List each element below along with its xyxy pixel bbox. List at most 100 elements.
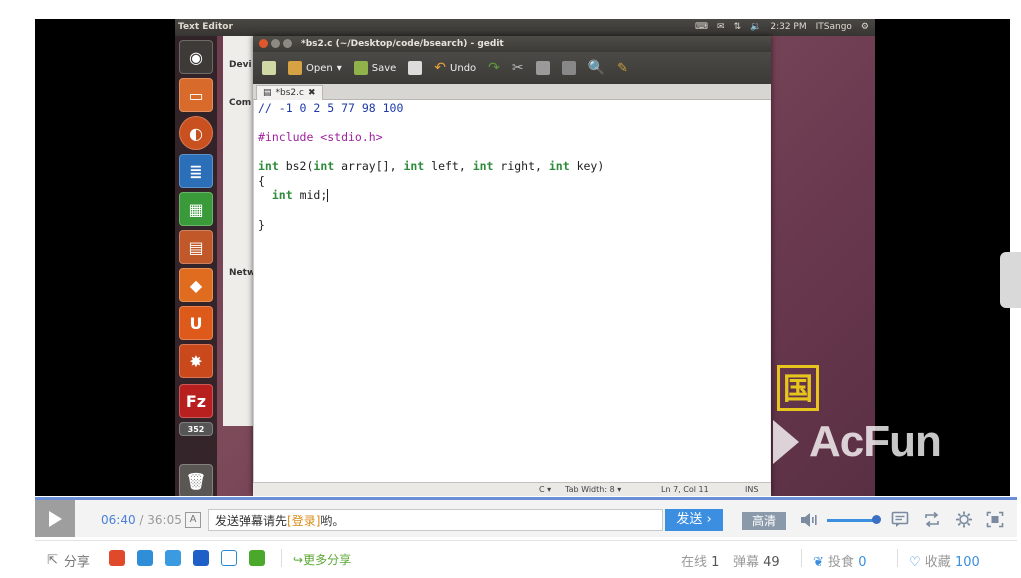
danmu-input[interactable]: 发送弹幕请先[登录]哟。 [208, 509, 663, 531]
gedit-window-title: *bs2.c (~/Desktop/code/bsearch) - gedit [301, 39, 504, 49]
fullscreen-icon[interactable] [986, 511, 1004, 528]
code-param-right: right, [493, 159, 549, 173]
window-minimize-icon[interactable] [271, 39, 280, 48]
favorite-label: 收藏 [924, 555, 951, 570]
code-editor[interactable]: // -1 0 2 5 77 98 100 #include <stdio.h>… [253, 100, 770, 482]
document-icon: ▤ [263, 88, 272, 98]
danmu-list-icon[interactable] [891, 511, 909, 528]
redo-button[interactable]: ↷ [485, 57, 503, 79]
files-icon: ▭ [179, 78, 213, 112]
volume-slider-knob[interactable] [872, 515, 882, 524]
feed-button[interactable]: ❦ 投食 0 [813, 551, 866, 570]
danmu-label: 弹幕 [733, 555, 760, 570]
code-line-1: // -1 0 2 5 77 98 100 [258, 101, 404, 115]
play-button[interactable] [35, 500, 75, 537]
share-button[interactable]: ⇱ 分享 [47, 551, 90, 570]
window-maximize-icon[interactable] [283, 39, 292, 48]
login-link[interactable]: [登录] [287, 514, 320, 528]
share-bar: ⇱ 分享 ↪更多分享 在线 1 弹幕 49 ❦ 投食 0 ♡ 收藏 100 [35, 540, 1017, 577]
danmu-prompt-post: 哟。 [320, 514, 345, 528]
video-frame[interactable]: Text Editor ⌨ ✉ ⇅ 🔉 2:32 PM ITSango ⚙ ◉ … [35, 19, 1010, 496]
cut-button[interactable]: ✂ [509, 57, 527, 79]
filezilla-icon: Fz [179, 384, 213, 418]
open-button[interactable]: Open ▾ [285, 57, 345, 79]
volume-icon[interactable] [800, 512, 818, 528]
code-line-signature: int bs2(int array[], int left, int right… [258, 159, 604, 173]
dash-home-icon: ◉ [179, 40, 213, 74]
undo-button[interactable]: ↶ Undo [431, 57, 479, 79]
danmu-style-button[interactable]: A [185, 512, 201, 528]
unity-launcher: ◉ ▭ ◐ ≣ ▦ ▤ ◆ U ✸ Fz 352 🗑 [175, 36, 217, 496]
divider [897, 549, 898, 567]
settings-icon[interactable] [955, 511, 973, 528]
print-button[interactable] [405, 57, 425, 79]
top-panel-title: Text Editor [178, 22, 233, 32]
duration: 36:05 [147, 513, 182, 527]
send-danmu-button[interactable]: 发送 › [665, 509, 723, 531]
tab-bs2c[interactable]: ▤ *bs2.c ✖ [256, 85, 323, 100]
favorite-button[interactable]: ♡ 收藏 100 [909, 551, 980, 570]
insert-mode: INS [745, 485, 759, 494]
online-count: 在线 1 [681, 551, 719, 570]
wechat-share-icon[interactable] [249, 550, 265, 566]
online-value: 1 [711, 555, 720, 570]
chevron-down-icon[interactable]: ▾ [337, 63, 342, 74]
feed-icon: ❦ [813, 555, 824, 570]
tab-close-icon[interactable]: ✖ [308, 88, 316, 98]
danmu-prompt-pre: 发送弹幕请先 [215, 514, 288, 528]
keyboard-icon: ⌨ [695, 22, 709, 32]
replace-icon: ✎ [617, 60, 628, 76]
language-selector[interactable]: C ▾ [539, 485, 551, 494]
software-center-icon: ◆ [179, 268, 213, 302]
copy-button[interactable] [533, 57, 553, 79]
system-settings-icon: ✸ [179, 344, 213, 378]
quality-button[interactable]: 高清 [742, 512, 786, 530]
paste-button[interactable] [559, 57, 579, 79]
user-name: ITSango [815, 22, 852, 32]
tab-width-selector[interactable]: Tab Width: 8 ▾ [565, 485, 621, 494]
impress-icon: ▤ [179, 230, 213, 264]
online-label: 在线 [681, 555, 708, 570]
print-icon [408, 61, 423, 75]
share-icon: ⇱ [47, 553, 58, 568]
new-document-button[interactable] [259, 57, 279, 79]
favorite-value: 100 [954, 555, 980, 570]
save-button[interactable]: Save [351, 57, 400, 79]
send-button-label: 发送 [676, 512, 703, 527]
find-button[interactable]: 🔍 [585, 57, 608, 79]
firefox-icon: ◐ [179, 116, 213, 150]
acfun-watermark-text: AcFun [809, 417, 942, 466]
tieba-share-icon[interactable] [221, 550, 237, 566]
share-label: 分享 [63, 555, 90, 570]
code-param-key: key) [569, 159, 605, 173]
qzone-share-icon[interactable] [137, 550, 153, 566]
calc-icon: ▦ [179, 192, 213, 226]
time-separator: / [135, 513, 148, 527]
gedit-titlebar: *bs2.c (~/Desktop/code/bsearch) - gedit [253, 36, 771, 52]
more-share-link[interactable]: ↪更多分享 [293, 551, 351, 568]
side-panel-handle[interactable] [1000, 252, 1021, 308]
code-fn-name: bs2( [278, 159, 314, 173]
tencent-weibo-share-icon[interactable] [165, 550, 181, 566]
weibo-share-icon[interactable] [109, 550, 125, 566]
code-param-array: array[], [334, 159, 404, 173]
open-button-label: Open [306, 62, 333, 74]
ubuntu-top-panel: Text Editor ⌨ ✉ ⇅ 🔉 2:32 PM ITSango ⚙ [175, 19, 875, 36]
volume-slider[interactable] [827, 519, 878, 522]
divider [801, 549, 802, 567]
loop-icon[interactable] [923, 511, 941, 528]
current-time: 06:40 [101, 513, 136, 527]
keyword-int: int [271, 188, 293, 202]
danmu-value: 49 [763, 555, 780, 570]
keyword-int: int [403, 159, 425, 173]
mail-icon: ✉ [717, 22, 725, 32]
new-document-icon [262, 61, 276, 75]
network-icon: ⇅ [733, 22, 742, 32]
save-button-label: Save [371, 62, 397, 74]
window-close-icon[interactable] [259, 39, 268, 48]
gedit-tab-bar: ▤ *bs2.c ✖ [253, 84, 771, 100]
replace-button[interactable]: ✎ [614, 57, 631, 79]
trash-icon: 🗑 [179, 464, 213, 496]
renren-share-icon[interactable] [193, 550, 209, 566]
paste-icon [561, 61, 576, 75]
